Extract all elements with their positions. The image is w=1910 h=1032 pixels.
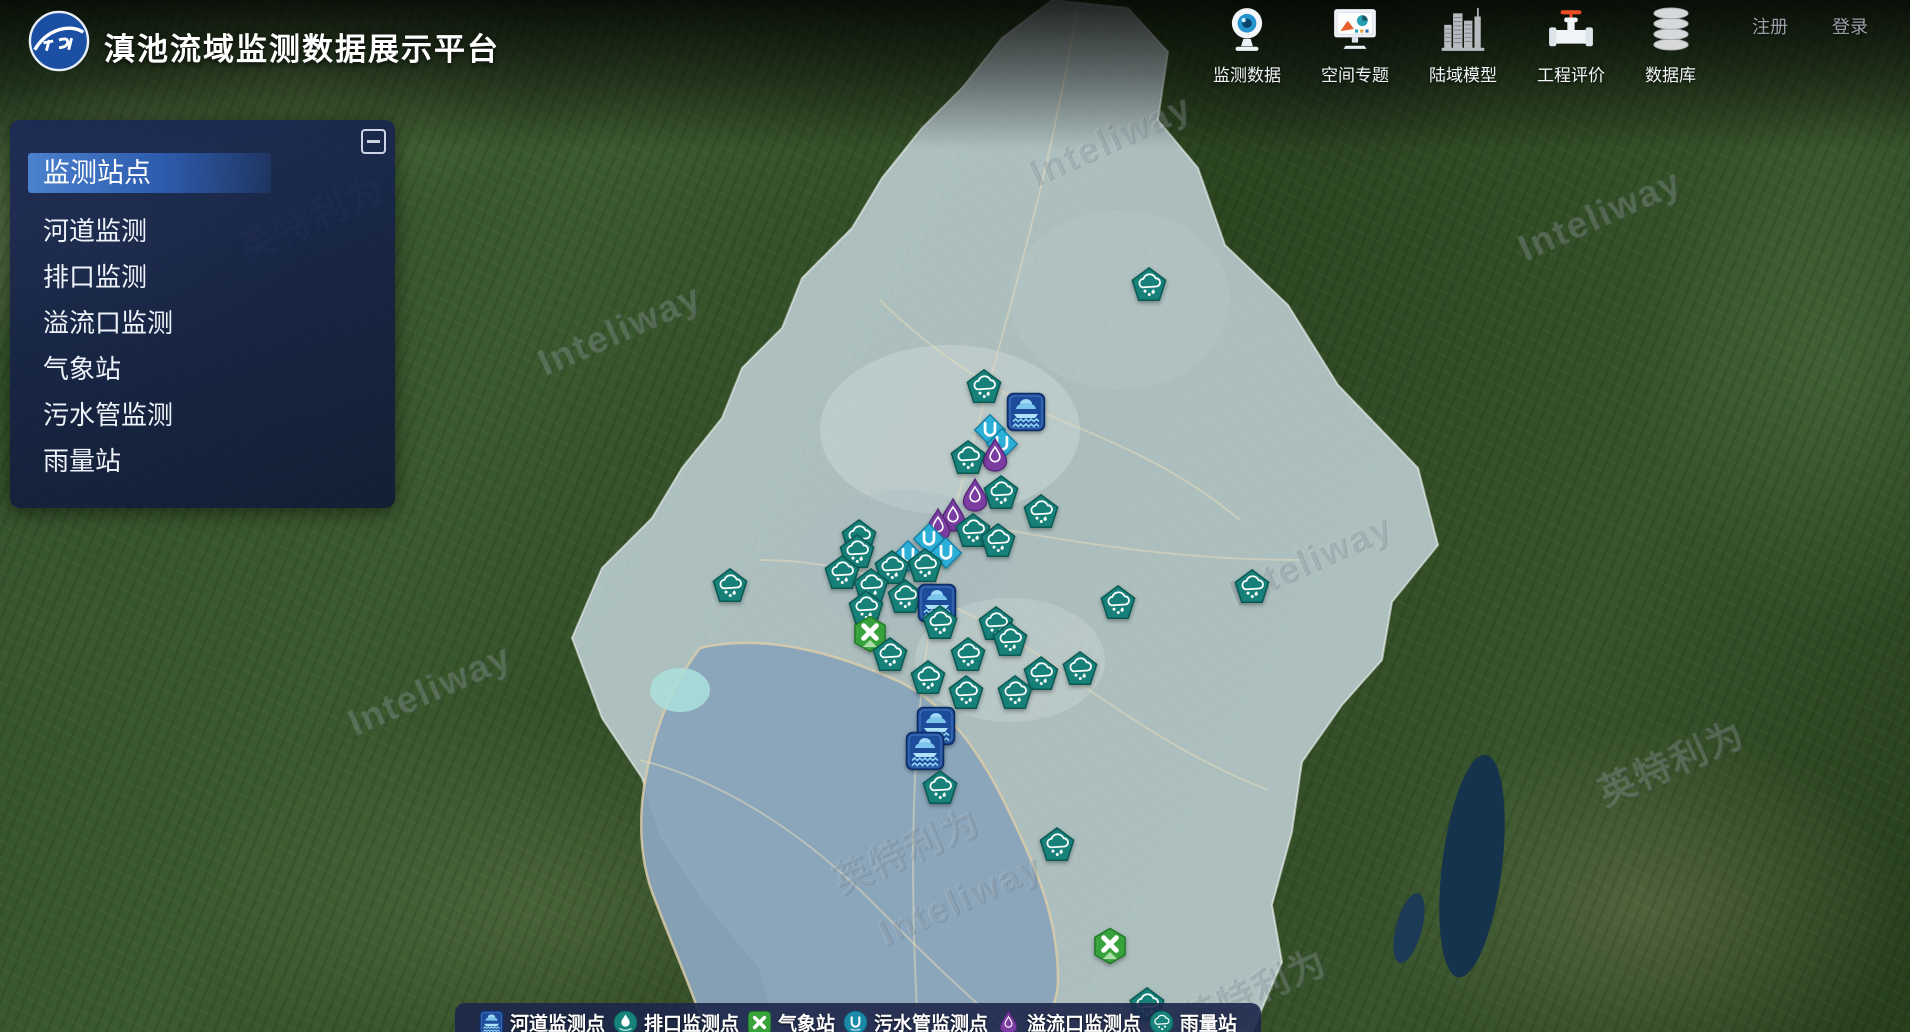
rain-station-marker[interactable] [921,769,959,807]
rain-station-marker[interactable] [949,636,987,674]
sidebar-item-river-monitoring[interactable]: 河道监测 [10,208,395,254]
rain-station-marker[interactable] [1022,493,1060,531]
legend-item-river[interactable]: 河道监测点 [479,1009,605,1032]
platform-logo [28,10,90,72]
rain-station-marker[interactable] [996,674,1034,712]
legend-label: 河道监测点 [510,1009,605,1032]
sidebar-item-rain-station[interactable]: 雨量站 [10,438,395,484]
pipe-valve-icon [1547,5,1595,58]
river-legend-icon [479,1010,504,1032]
login-link[interactable]: 登录 [1832,13,1868,39]
panel-header-monitoring-stations[interactable]: 监测站点 [28,153,271,193]
database-icon [1647,5,1695,58]
legend-item-meteo[interactable]: 气象站 [747,1009,835,1032]
legend-label: 排口监测点 [644,1009,739,1032]
minus-icon [367,140,380,143]
sidebar-item-weather-station[interactable]: 气象站 [10,346,395,392]
sidebar-item-sewer-monitoring[interactable]: 污水管监测 [10,392,395,438]
nav-label: 陆域模型 [1429,61,1497,86]
nav-label: 工程评价 [1537,61,1605,86]
monitor-chart-icon [1331,5,1379,58]
legend-label: 气象站 [778,1009,835,1032]
monitoring-stations-panel: 监测站点 河道监测排口监测溢流口监测气象站污水管监测雨量站 [10,120,395,508]
outlet-legend-icon [613,1010,638,1032]
legend-item-sewage[interactable]: 污水管监测点 [843,1009,988,1032]
auth-links: 注册 登录 [1752,13,1868,39]
rain-station-marker[interactable] [1061,650,1099,688]
river-station-marker[interactable] [905,731,945,771]
rain-station-marker[interactable] [711,567,749,605]
nav-item-database[interactable]: 数据库 [1645,5,1696,86]
meteo-legend-icon [747,1010,772,1032]
nav-label: 监测数据 [1213,61,1281,86]
rain-station-marker[interactable] [1233,568,1271,606]
sidebar-item-outlet-monitoring[interactable]: 排口监测 [10,254,395,300]
collapse-panel-button[interactable] [361,129,386,154]
page-title: 滇池流域监测数据展示平台 [104,24,500,69]
nav-item-spatial-themes[interactable]: 空间专题 [1321,5,1389,86]
rain-station-marker[interactable] [949,439,987,477]
city-buildings-icon [1439,5,1487,58]
legend-item-overflow[interactable]: 溢流口监测点 [996,1009,1141,1032]
register-link[interactable]: 注册 [1752,13,1788,39]
sidebar-item-overflow-monitoring[interactable]: 溢流口监测 [10,300,395,346]
nav-item-land-model[interactable]: 陆域模型 [1429,5,1497,86]
meteo-station-marker[interactable] [1093,927,1128,966]
map-legend: 河道监测点 排口监测点 气象站 污水管监测点 溢流口监测点 雨量站 [455,1003,1261,1032]
nav-label: 数据库 [1645,61,1696,86]
main-nav: 监测数据 空间专题 陆域模型 工程评价 数据库 [1213,5,1696,86]
overflow-legend-icon [996,1010,1021,1032]
nav-label: 空间专题 [1321,61,1389,86]
panel-item-list: 河道监测排口监测溢流口监测气象站污水管监测雨量站 [10,208,395,484]
rain-station-marker[interactable] [1038,826,1076,864]
rain-station-marker[interactable] [979,522,1017,560]
rain-station-marker[interactable] [991,621,1029,659]
nav-item-project-evaluation[interactable]: 工程评价 [1537,5,1605,86]
legend-item-rain[interactable]: 雨量站 [1149,1009,1237,1032]
rain-legend-icon [1149,1010,1174,1032]
rain-station-marker[interactable] [1130,266,1168,304]
legend-label: 雨量站 [1180,1009,1237,1032]
sewage-legend-icon [843,1010,868,1032]
legend-label: 溢流口监测点 [1027,1009,1141,1032]
rain-station-marker[interactable] [909,659,947,697]
legend-label: 污水管监测点 [874,1009,988,1032]
legend-item-outlet[interactable]: 排口监测点 [613,1009,739,1032]
nav-item-monitoring-data[interactable]: 监测数据 [1213,5,1281,86]
camera-icon [1223,5,1271,58]
rain-station-marker[interactable] [965,368,1003,406]
rain-station-marker[interactable] [1099,584,1137,622]
app-root: InteliwayInteliwayInteliwayInteliwayInte… [0,0,1910,1032]
header-bar: 滇池流域监测数据展示平台 监测数据 空间专题 陆域模型 工程评价 数据库 注册 登录 [0,0,1910,100]
rain-station-marker[interactable] [871,636,909,674]
